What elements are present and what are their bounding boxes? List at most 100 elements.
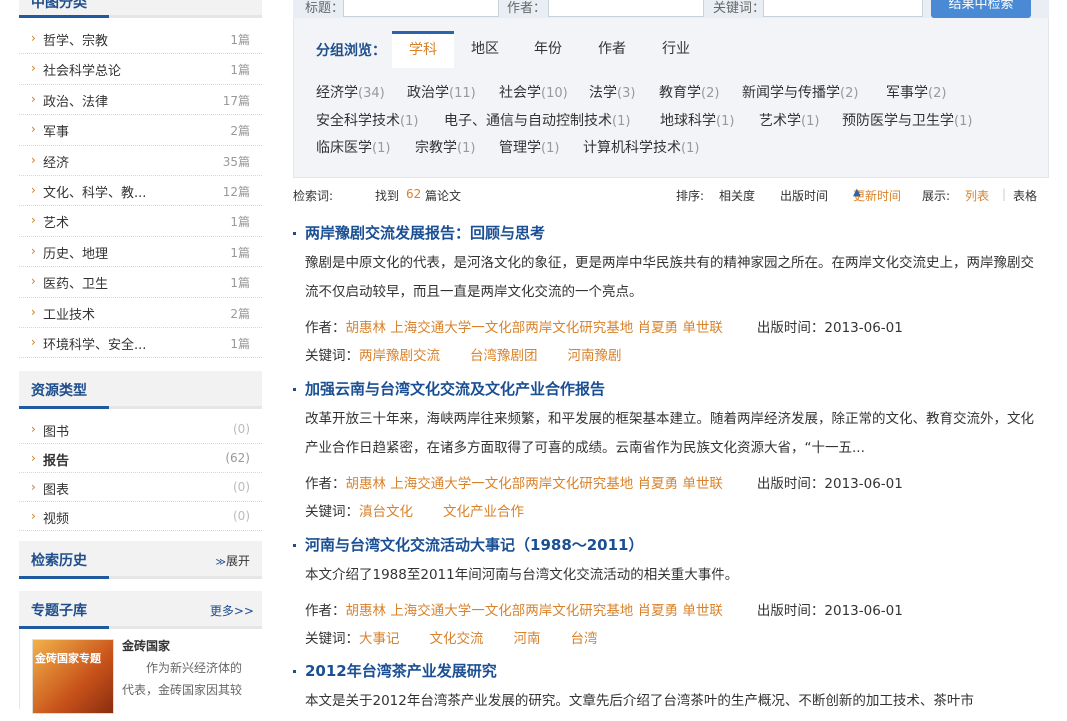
group-tab[interactable]: 作者 [582,31,642,68]
category-label: 环境科学、安全... [43,337,147,353]
subject-item[interactable]: 经济学(34) [316,82,385,102]
pub-date: 2013-06-01 [824,476,903,492]
subject-item[interactable]: 预防医学与卫生学(1) [842,110,972,130]
subdb-more-link[interactable]: 更多>> [210,602,254,619]
subdb-item[interactable]: 金砖国家专题 金砖国家 作为新兴经济体的代表，金砖国家因其较 [19,629,262,715]
category-item[interactable]: › 哲学、宗教 1篇 [19,24,262,55]
keyword-link[interactable]: 台湾豫剧团 [470,348,538,364]
subject-item[interactable]: 政治学(11) [407,82,476,102]
category-label: 军事 [43,125,70,141]
author-link[interactable]: 上海交通大学一文化部两岸文化研究基地 [390,320,633,336]
category-item[interactable]: › 政治、法律 17篇 [19,85,262,116]
category-item[interactable]: › 医药、卫生 1篇 [19,267,262,298]
result-title-link[interactable]: 河南与台湾文化交流活动大事记（1988～2011） [293,534,644,555]
keyword-link[interactable]: 河南豫剧 [568,348,622,364]
history-title: 检索历史 [31,553,87,570]
category-count: 2篇 [230,124,250,139]
subject-item[interactable]: 教育学(2) [659,82,719,102]
author-link[interactable]: 胡惠林 [346,476,387,492]
author-link[interactable]: 上海交通大学一文化部两岸文化研究基地 [390,603,633,619]
category-item[interactable]: › 军事 2篇 [19,115,262,146]
result-title: 2012年台湾茶产业发展研究 [305,662,497,680]
subject-item[interactable]: 管理学(1) [499,137,559,157]
category-count: 1篇 [230,336,250,351]
sort-pubtime-link[interactable]: 出版时间 [780,187,828,204]
author-link[interactable]: 肖夏勇 [638,603,679,619]
chevron-right-icon: › [31,122,36,137]
history-header[interactable]: 检索历史 ≫展开 [19,541,262,580]
subject-item[interactable]: 电子、通信与自动控制技术(1) [444,110,630,130]
result-title: 河南与台湾文化交流活动大事记（1988～2011） [305,536,644,554]
group-tab[interactable]: 年份 [518,31,578,68]
subdb-item-title[interactable]: 金砖国家 [122,637,170,654]
subject-name: 新闻学与传播学 [742,85,840,101]
subject-item[interactable]: 安全科学技术(1) [316,110,418,130]
category-label: 历史、地理 [43,246,109,262]
view-table-link[interactable]: 表格 [1013,187,1037,204]
author-link[interactable]: 肖夏勇 [638,476,679,492]
resource-item[interactable]: › 视频 (0) [19,502,262,532]
subdb-cover-image[interactable]: 金砖国家专题 [32,639,114,715]
subject-item[interactable]: 军事学(2) [886,82,946,102]
author-link[interactable]: 单世联 [682,603,723,619]
resource-item[interactable]: › 报告 (62) [19,444,262,474]
subject-name: 社会学 [499,85,541,101]
subject-count: (2) [840,86,859,101]
subject-name: 安全科学技术 [316,113,400,129]
title-label: 标题： [305,1,345,16]
resource-item[interactable]: › 图表 (0) [19,473,262,503]
chevron-right-icon: › [31,243,36,258]
found-suffix: 篇论文 [425,189,462,203]
author-link[interactable]: 胡惠林 [346,320,387,336]
keyword-link[interactable]: 两岸豫剧交流 [359,348,440,364]
result-search-bar: 标题： 作者： 关键词： 结果中检索 [293,0,1049,18]
category-item[interactable]: › 经济 35篇 [19,146,262,176]
author-label: 作者： [305,603,346,619]
bullet-icon [293,544,296,547]
keyword-link[interactable]: 滇台文化 [359,504,413,520]
resource-item[interactable]: › 图书 (0) [19,415,262,445]
subject-item[interactable]: 新闻学与传播学(2) [742,82,858,102]
keyword-link[interactable]: 文化交流 [430,631,484,647]
subject-item[interactable]: 法学(3) [589,82,635,102]
keyword-link[interactable]: 大事记 [359,631,400,647]
category-item[interactable]: › 文化、科学、教... 12篇 [19,176,262,207]
category-item[interactable]: › 艺术 1篇 [19,206,262,237]
keyword-input[interactable] [763,0,923,17]
keyword-link[interactable]: 台湾 [571,631,598,647]
author-link[interactable]: 胡惠林 [346,603,387,619]
keyword-link[interactable]: 河南 [514,631,541,647]
author-link[interactable]: 上海交通大学一文化部两岸文化研究基地 [390,476,633,492]
group-tab[interactable]: 地区 [455,31,515,68]
author-label: 作者： [507,1,547,16]
view-list-link[interactable]: 列表 [965,187,989,204]
subject-item[interactable]: 计算机科学技术(1) [583,137,699,157]
keyword-link[interactable]: 文化产业合作 [443,504,524,520]
author-input[interactable] [548,0,704,17]
subject-item[interactable]: 地球科学(1) [660,110,734,130]
category-item[interactable]: › 环境科学、安全... 1篇 [19,328,262,359]
group-tab[interactable]: 学科 [392,31,454,68]
history-expand-button[interactable]: ≫展开 [216,552,250,569]
subject-item[interactable]: 艺术学(1) [759,110,819,130]
author-link[interactable]: 单世联 [682,320,723,336]
subject-item[interactable]: 社会学(10) [499,82,568,102]
group-tab[interactable]: 行业 [646,31,706,68]
category-count: 1篇 [230,245,250,260]
subject-item[interactable]: 临床医学(1) [316,137,390,157]
category-item[interactable]: › 社会科学总论 1篇 [19,54,262,85]
subject-item[interactable]: 宗教学(1) [415,137,475,157]
subject-count: (1) [372,141,391,156]
author-link[interactable]: 单世联 [682,476,723,492]
category-underline [19,15,109,18]
category-label: 医药、卫生 [43,277,109,293]
author-link[interactable]: 肖夏勇 [638,320,679,336]
title-input[interactable] [343,0,499,17]
sort-relevance-link[interactable]: 相关度 [719,187,755,204]
category-item[interactable]: › 工业技术 2篇 [19,298,262,328]
result-title-link[interactable]: 2012年台湾茶产业发展研究 [293,660,497,681]
category-item[interactable]: › 历史、地理 1篇 [19,237,262,268]
result-title-link[interactable]: 两岸豫剧交流发展报告：回顾与思考 [293,222,545,243]
result-title-link[interactable]: 加强云南与台湾文化交流及文化产业合作报告 [293,378,605,399]
search-in-results-button[interactable]: 结果中检索 [931,0,1031,18]
